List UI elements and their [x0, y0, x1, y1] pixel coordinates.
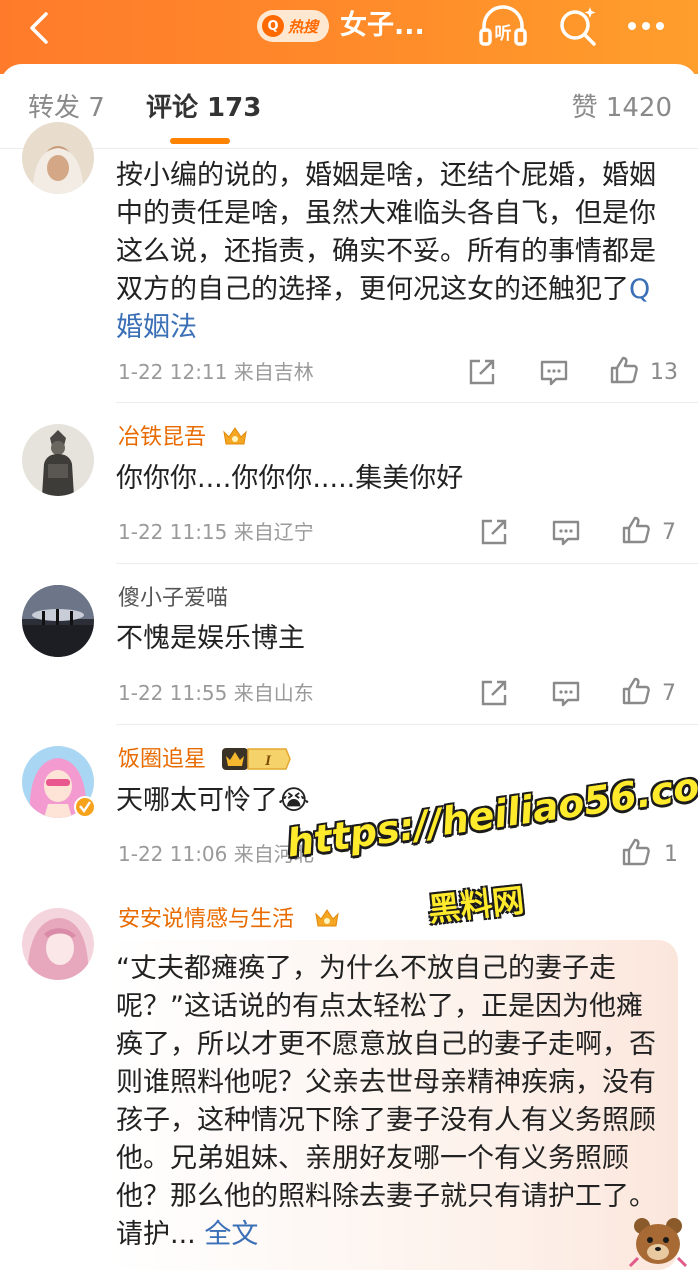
listen-icon[interactable]: 听	[478, 4, 528, 48]
share-icon[interactable]	[478, 677, 510, 709]
comment-separator	[116, 563, 698, 564]
username[interactable]: 饭圈追星	[118, 746, 206, 774]
vip-crown-icon	[314, 906, 340, 930]
reply-icon[interactable]	[538, 356, 570, 388]
comment-meta: 1-22 11:15 来自辽宁	[118, 520, 314, 544]
search-icon[interactable]	[556, 4, 600, 48]
comment-meta: 1-22 12:11 来自吉林	[118, 360, 314, 384]
hot-search-badge[interactable]: Q 热搜	[257, 10, 329, 42]
like-icon[interactable]	[620, 675, 652, 707]
avatar[interactable]	[22, 908, 94, 980]
like-count: 1	[664, 842, 678, 867]
share-icon[interactable]	[478, 516, 510, 548]
hot-search-label: 热搜	[288, 17, 319, 36]
comment-meta: 1-22 11:55 来自山东	[118, 681, 314, 705]
tab-like[interactable]: 赞 1420	[572, 92, 672, 124]
bear-sticker-icon	[626, 1208, 690, 1272]
expand-full-text-link[interactable]: 全文	[204, 1219, 258, 1250]
like-count: 7	[662, 520, 676, 545]
like-icon[interactable]	[620, 836, 652, 868]
top-nav-bar: Q 热搜 女子... 听	[0, 0, 698, 74]
vip-level-badge: I	[220, 745, 292, 773]
hot-search-icon: Q	[262, 15, 284, 37]
avatar[interactable]	[22, 122, 94, 194]
back-icon[interactable]	[20, 8, 60, 48]
like-count: 7	[662, 681, 676, 706]
username[interactable]: 安安说情感与生活	[118, 906, 294, 934]
watermark-name: 黑料网	[426, 881, 526, 929]
share-icon[interactable]	[466, 356, 498, 388]
tab-repost[interactable]: 转发 7	[28, 92, 105, 124]
avatar[interactable]	[22, 424, 94, 496]
reply-icon[interactable]	[550, 516, 582, 548]
comment-separator	[116, 724, 698, 725]
comment-text: “丈夫都瘫痪了，为什么不放自己的妻子走呢？”这话说的有点太轻松了，正是因为他瘫痪…	[116, 953, 656, 1250]
vip-level-text: I	[264, 753, 272, 769]
comment-tabs: 转发 7 评论 173 赞 1420	[0, 64, 698, 152]
comment-separator	[116, 402, 698, 403]
page-title: 女子...	[340, 10, 425, 41]
username[interactable]: 冶铁昆吾	[118, 424, 206, 452]
tabs-divider	[0, 148, 698, 149]
like-icon[interactable]	[608, 354, 640, 386]
comment-meta: 1-22 11:06 来自河北	[118, 842, 314, 866]
active-tab-indicator	[170, 138, 230, 144]
comment-text: 你你你....你你你.....集美你好	[116, 463, 464, 494]
comment-text: 按小编的说的，婚姻是啥，还结个屁婚，婚姻中的责任是啥，虽然大难临头各自飞，但是你…	[116, 160, 656, 343]
svg-text:听: 听	[495, 23, 512, 44]
avatar[interactable]	[22, 585, 94, 657]
username[interactable]: 傻小子爱喵	[118, 585, 228, 613]
more-options-icon[interactable]	[622, 8, 670, 44]
comment-text: 不愧是娱乐博主	[116, 623, 305, 654]
like-icon[interactable]	[620, 514, 652, 546]
like-count: 13	[650, 360, 678, 385]
tab-comment[interactable]: 评论 173	[146, 92, 261, 124]
verified-badge-icon	[74, 796, 96, 818]
reply-icon[interactable]	[550, 677, 582, 709]
vip-crown-icon	[222, 424, 248, 448]
